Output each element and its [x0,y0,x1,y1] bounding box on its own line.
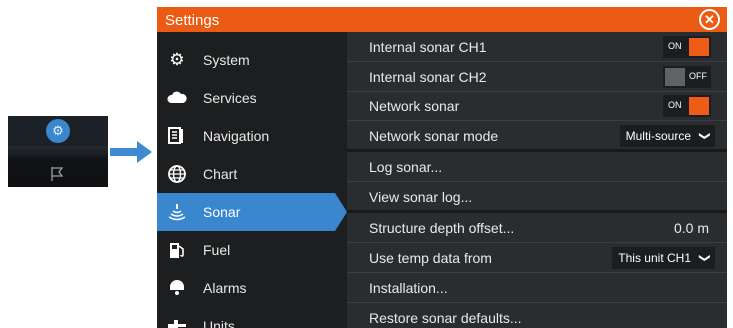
toggle-knob [665,68,685,86]
toggle-state: OFF [689,71,707,81]
internal-sonar-ch1-toggle[interactable]: ON [663,36,711,58]
arrow-right-icon [110,141,152,163]
structure-depth-offset-value: 0.0 m [673,220,709,236]
network-sonar-row[interactable]: Network sonar ON [347,91,727,121]
row-label: Restore sonar defaults... [369,310,522,326]
close-icon[interactable]: ✕ [699,9,720,30]
sidebar-item-chart[interactable]: Chart [157,155,347,192]
sidebar-item-label: Sonar [203,204,241,220]
dropdown-value: Multi-source [625,129,691,143]
structure-depth-offset-row[interactable]: Structure depth offset... 0.0 m [347,213,727,243]
sidebar: ⚙ System Services Navigation Chart Sonar… [157,32,347,328]
sidebar-item-fuel[interactable]: Fuel [157,231,347,268]
installation-row[interactable]: Installation... [347,273,727,303]
window-title: Settings [165,12,220,29]
sidebar-item-navigation[interactable]: Navigation [157,117,347,154]
chevron-down-icon: ❯ [698,131,711,141]
sidebar-item-label: Navigation [203,128,270,144]
sidebar-item-label: Services [203,90,257,106]
sidebar-item-label: System [203,52,250,68]
thumbnail-band [8,146,108,158]
toggle-knob [689,97,709,115]
row-label: Internal sonar CH2 [369,69,487,85]
toggle-state: ON [668,100,682,110]
dropdown-value: This unit CH1 [618,251,691,265]
row-label: Structure depth offset... [369,220,515,236]
toggle-state: ON [668,41,682,51]
row-label: Use temp data from [369,250,492,266]
view-sonar-log-row[interactable]: View sonar log... [347,182,727,213]
row-label: Network sonar [369,98,460,114]
waypoint-flag-icon [51,167,64,181]
settings-gear-icon: ⚙ [46,119,70,143]
internal-sonar-ch2-row[interactable]: Internal sonar CH2 OFF [347,62,727,92]
internal-sonar-ch2-toggle[interactable]: OFF [663,66,711,88]
toggle-knob [689,38,709,56]
internal-sonar-ch1-row[interactable]: Internal sonar CH1 ON [347,32,727,62]
title-bar: Settings ✕ [157,7,727,32]
sidebar-item-alarms[interactable]: Alarms [157,269,347,306]
sidebar-item-label: Alarms [203,280,247,296]
home-screen-thumbnail: ⚙ [8,116,108,187]
fuel-pump-icon [167,240,187,260]
sidebar-item-services[interactable]: Services [157,79,347,116]
globe-icon [167,164,187,184]
sidebar-item-label: Units [203,318,235,328]
sonar-icon [167,202,187,222]
restore-sonar-defaults-row[interactable]: Restore sonar defaults... [347,303,727,328]
sidebar-item-label: Chart [203,166,238,182]
row-label: Network sonar mode [369,128,499,144]
sidebar-item-system[interactable]: ⚙ System [157,41,347,78]
row-label: Internal sonar CH1 [369,39,487,55]
network-sonar-toggle[interactable]: ON [663,95,711,117]
sidebar-item-label: Fuel [203,242,231,258]
sonar-settings-panel: Internal sonar CH1 ON Internal sonar CH2… [347,32,727,328]
row-label: Installation... [369,280,448,296]
cloud-icon [167,88,187,108]
use-temp-data-row[interactable]: Use temp data from This unit CH1 ❯ [347,243,727,273]
navigation-icon [167,126,187,146]
sidebar-item-units[interactable]: Units [157,307,347,328]
network-sonar-mode-row[interactable]: Network sonar mode Multi-source ❯ [347,121,727,152]
gear-icon: ⚙ [169,50,185,69]
chevron-down-icon: ❯ [698,253,711,263]
network-sonar-mode-dropdown[interactable]: Multi-source ❯ [619,125,715,147]
log-sonar-row[interactable]: Log sonar... [347,152,727,182]
row-label: View sonar log... [369,189,473,205]
row-label: Log sonar... [369,159,443,175]
temp-data-dropdown[interactable]: This unit CH1 ❯ [612,247,715,269]
units-icon [167,316,187,328]
sidebar-item-sonar[interactable]: Sonar [157,193,347,230]
settings-window: Settings ✕ ⚙ System Services Navigation [157,7,727,328]
alarm-icon [167,278,187,298]
